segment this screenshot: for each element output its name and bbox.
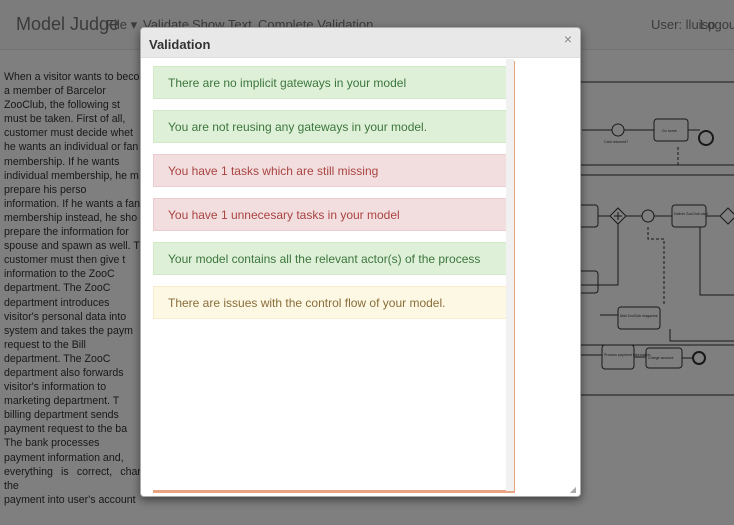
validation-modal: Validation × There are no implicit gatew… — [140, 27, 581, 497]
validation-results: There are no implicit gateways in your m… — [153, 61, 515, 493]
validation-result-success: Your model contains all the relevant act… — [153, 242, 509, 275]
modal-body: There are no implicit gateways in your m… — [141, 59, 580, 496]
close-icon[interactable]: × — [564, 31, 572, 47]
validation-result-danger: You have 1 unnecesary tasks in your mode… — [153, 198, 509, 231]
resize-handle-icon[interactable]: ◢ — [570, 485, 576, 494]
modal-header: Validation × — [141, 28, 580, 58]
scrollbar[interactable] — [506, 59, 514, 491]
validation-result-danger: You have 1 tasks which are still missing — [153, 154, 509, 187]
validation-result-warning: There are issues with the control flow o… — [153, 286, 509, 319]
validation-result-success: There are no implicit gateways in your m… — [153, 66, 509, 99]
modal-title: Validation — [149, 37, 211, 52]
validation-result-success: You are not reusing any gateways in your… — [153, 110, 509, 143]
